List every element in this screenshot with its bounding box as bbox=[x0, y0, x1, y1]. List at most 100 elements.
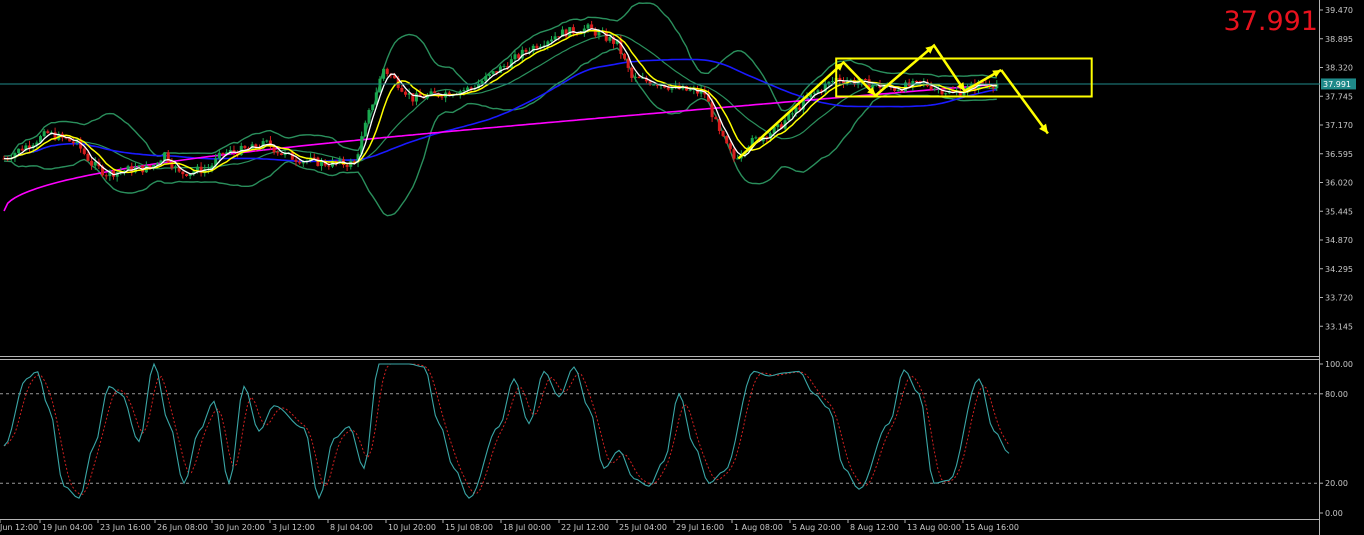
time-tick-label: 26 Jun 08:00 bbox=[157, 523, 208, 532]
candle-body bbox=[608, 37, 612, 41]
fast-ma-line bbox=[3, 29, 997, 174]
time-tick-label: 8 Aug 12:00 bbox=[850, 523, 899, 532]
candle-body bbox=[524, 49, 528, 52]
candle-body bbox=[294, 159, 298, 162]
candle-body bbox=[732, 149, 736, 159]
candle-body bbox=[363, 122, 367, 137]
osc-tick-label: 100.00 bbox=[1325, 360, 1353, 369]
candle-body bbox=[619, 39, 623, 54]
candle-body bbox=[265, 140, 269, 142]
candle-body bbox=[863, 78, 867, 80]
candle-body bbox=[933, 88, 937, 90]
candle-body bbox=[367, 110, 371, 123]
candle-body bbox=[754, 137, 758, 139]
candle-body bbox=[630, 67, 634, 78]
bid-display: 37.991 bbox=[1224, 6, 1318, 37]
price-tick-label: 37.170 bbox=[1325, 121, 1353, 130]
oscillator-lines bbox=[3, 362, 1010, 500]
candle-body bbox=[553, 36, 557, 40]
candle-body bbox=[42, 131, 46, 137]
current-price-tag: 37.991 bbox=[1321, 78, 1356, 90]
time-tick-label: 13 Aug 00:00 bbox=[907, 523, 961, 532]
time-tick-label: 1 Aug 08:00 bbox=[734, 523, 783, 532]
candle-body bbox=[896, 90, 900, 92]
candle-body bbox=[279, 153, 283, 156]
candle-body bbox=[586, 24, 590, 29]
candle-body bbox=[812, 92, 816, 94]
candle-body bbox=[385, 68, 389, 74]
candle-body bbox=[137, 165, 141, 168]
current-price-tag-label: 37.991 bbox=[1323, 80, 1351, 89]
time-tick-label: 29 Jul 16:00 bbox=[676, 523, 724, 532]
candle-body bbox=[400, 87, 404, 92]
price-pane[interactable] bbox=[0, 2, 1320, 217]
price-axis: 39.470 38.895 38.320 37.745 37.170 36.595 36.0… bbox=[1319, 6, 1353, 331]
price-tick-label: 36.020 bbox=[1325, 179, 1353, 188]
candle-body bbox=[637, 76, 641, 79]
candle-body bbox=[929, 86, 933, 90]
price-tick-label: 38.895 bbox=[1325, 35, 1353, 44]
candle-body bbox=[429, 91, 433, 95]
stochastic-signal-line bbox=[3, 363, 1010, 495]
candle-body bbox=[487, 73, 491, 76]
time-tick-label: 15 Jul 08:00 bbox=[445, 523, 493, 532]
candle-body bbox=[86, 153, 90, 161]
candle-body bbox=[243, 145, 247, 149]
candle-body bbox=[93, 161, 97, 166]
candle-body bbox=[20, 148, 24, 151]
time-axis: Jun 12:00 19 Jun 04:00 23 Jun 16:00 26 Jun … bbox=[0, 519, 1019, 532]
candle-body bbox=[221, 152, 225, 155]
chart-window[interactable]: 39.470 38.895 38.320 37.745 37.170 36.595 36.0… bbox=[0, 0, 1364, 535]
candle-body bbox=[46, 131, 50, 134]
time-tick-label: 23 Jun 16:00 bbox=[100, 523, 151, 532]
projection-arrow[interactable] bbox=[1000, 69, 1049, 135]
candle-body bbox=[502, 66, 506, 68]
slowest-ma-line bbox=[3, 83, 997, 212]
price-tick-label: 33.145 bbox=[1325, 322, 1353, 331]
price-tick-label: 39.470 bbox=[1325, 6, 1353, 15]
candle-body bbox=[185, 174, 188, 177]
candle-body bbox=[623, 53, 626, 59]
time-tick-label: 18 Jul 00:00 bbox=[503, 523, 551, 532]
price-tick-label: 35.445 bbox=[1325, 207, 1353, 216]
time-tick-label: Jun 12:00 bbox=[0, 523, 38, 532]
candle-body bbox=[721, 130, 725, 136]
time-tick-label: 5 Aug 20:00 bbox=[792, 523, 841, 532]
candle-body bbox=[604, 31, 608, 41]
osc-tick-label: 80.00 bbox=[1325, 390, 1348, 399]
price-tick-label: 34.870 bbox=[1325, 236, 1353, 245]
candle-body bbox=[371, 104, 375, 111]
oscillator-levels bbox=[0, 393, 1319, 484]
time-tick-label: 15 Aug 16:00 bbox=[965, 523, 1019, 532]
candle-body bbox=[688, 89, 692, 91]
price-tick-label: 36.595 bbox=[1325, 150, 1353, 159]
candle-body bbox=[82, 148, 86, 154]
time-tick-label: 8 Jul 04:00 bbox=[330, 523, 373, 532]
time-tick-label: 19 Jun 04:00 bbox=[42, 523, 93, 532]
candle-body bbox=[725, 135, 729, 144]
candle-body bbox=[276, 152, 280, 154]
candle-body bbox=[90, 160, 94, 166]
price-tick-label: 37.745 bbox=[1325, 92, 1353, 101]
candle-body bbox=[484, 75, 488, 82]
candle-body bbox=[272, 146, 276, 153]
candle-body bbox=[480, 81, 484, 84]
bollinger-middle bbox=[3, 33, 997, 170]
candle-body bbox=[404, 91, 407, 95]
candle-body bbox=[181, 171, 185, 175]
time-tick-label: 25 Jul 04:00 bbox=[619, 523, 667, 532]
bollinger-lower bbox=[3, 47, 997, 217]
candle-body bbox=[652, 84, 656, 86]
candle-body bbox=[915, 80, 918, 82]
candle-body bbox=[714, 117, 718, 120]
candle-body bbox=[345, 164, 349, 167]
candle-body bbox=[626, 58, 630, 68]
candle-body bbox=[316, 157, 320, 166]
candle-body bbox=[17, 148, 21, 154]
bollinger-bands bbox=[3, 2, 997, 217]
candle-body bbox=[298, 161, 302, 164]
candle-body bbox=[440, 96, 444, 98]
candle-body bbox=[378, 78, 382, 93]
stochastic-pane[interactable] bbox=[0, 362, 1319, 500]
price-tick-label: 38.320 bbox=[1325, 64, 1353, 73]
